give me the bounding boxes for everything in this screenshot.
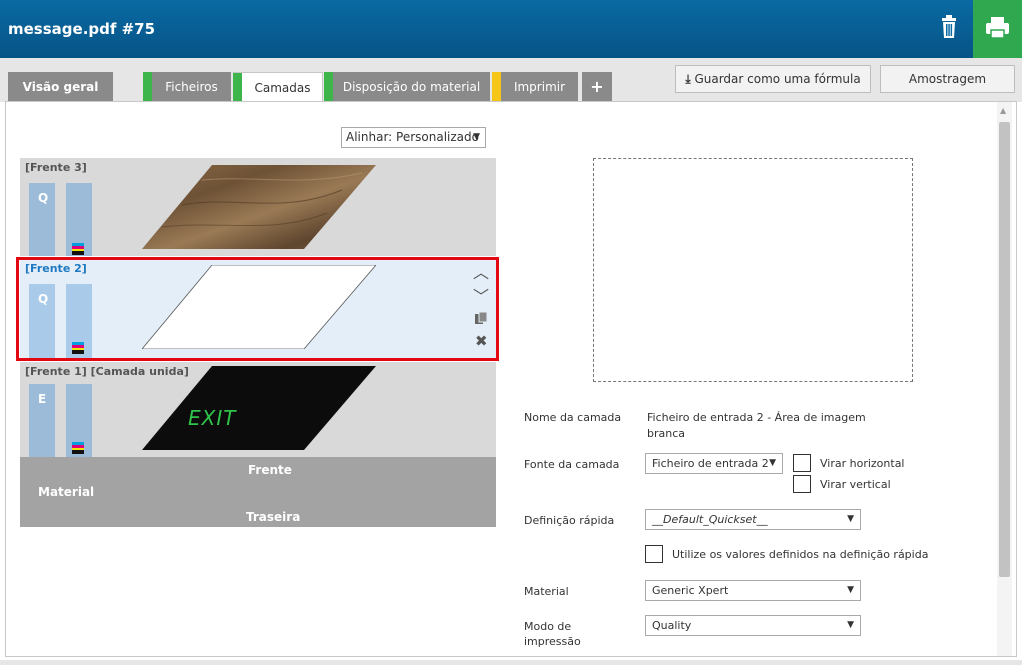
print-button[interactable]	[973, 0, 1022, 58]
exit-sign-text: EXIT	[188, 406, 237, 430]
sample-button[interactable]: Amostragem	[880, 65, 1015, 93]
layer-preview	[593, 158, 913, 382]
selection-highlight	[16, 257, 499, 361]
layer-source-label: Fonte da camada	[524, 458, 620, 471]
tab-label: Disposição do material	[342, 80, 481, 94]
save-formula-button[interactable]: ⤓ Guardar como uma fórmula	[675, 65, 871, 93]
exit-sign-image	[142, 366, 376, 450]
material-back-label: Traseira	[246, 510, 301, 524]
app-header: message.pdf #75	[0, 0, 1022, 58]
status-strip	[492, 72, 501, 102]
layer-row-front-1[interactable]: [Frente 1] [Camada unida] E EXIT	[20, 362, 496, 457]
cmyk-icon	[72, 243, 84, 255]
flip-vertical-label: Virar vertical	[820, 478, 891, 491]
quickset-label: Definição rápida	[524, 514, 615, 527]
print-mode-select[interactable]: Quality ▼	[645, 615, 861, 636]
delete-button[interactable]	[932, 10, 966, 44]
trash-icon	[942, 15, 956, 38]
material-select[interactable]: Generic Xpert ▼	[645, 580, 861, 601]
status-strip	[324, 72, 333, 102]
flip-horizontal-label: Virar horizontal	[820, 457, 905, 470]
use-quickset-values-label: Utilize os valores definidos na definiçã…	[672, 548, 929, 561]
align-select[interactable]: Alinhar: Personalizado ▼	[341, 127, 486, 148]
layer-name-value: Ficheiro de entrada 2 - Área de imagem	[647, 411, 866, 424]
material-label: Material	[38, 485, 95, 499]
tab-label: Camadas	[254, 81, 311, 95]
material-field-label: Material	[524, 585, 569, 598]
quickset-select[interactable]: __Default_Quickset__ ▼	[645, 509, 861, 530]
tab-files[interactable]: Ficheiros	[143, 72, 231, 102]
print-mode-value: Quality	[652, 619, 692, 632]
layer-name-value-cont: branca	[647, 427, 686, 440]
flip-vertical-checkbox[interactable]	[793, 475, 811, 493]
wood-texture-image	[142, 165, 376, 249]
material-front-label: Frente	[248, 463, 292, 477]
tab-label: Imprimir	[513, 80, 566, 94]
tab-label: Visão geral	[22, 80, 99, 94]
layer-label: [Frente 3]	[25, 161, 87, 174]
print-mode-label-cont: impressão	[524, 635, 581, 648]
flip-horizontal-checkbox[interactable]	[793, 454, 811, 472]
status-strip	[143, 72, 152, 102]
layer-bar-letter: E	[38, 392, 47, 406]
print-mode-label: Modo de	[524, 620, 572, 633]
chevron-down-icon: ▼	[847, 585, 854, 595]
add-tab-button[interactable]: +	[582, 72, 612, 102]
chevron-down-icon: ▼	[769, 458, 776, 468]
layer-row-front-3[interactable]: [Frente 3] Q	[20, 158, 496, 256]
layer-name-label: Nome da camada	[524, 411, 622, 424]
scrollbar-thumb[interactable]	[999, 122, 1010, 577]
printer-icon	[986, 17, 1009, 39]
tab-label: Ficheiros	[165, 80, 218, 94]
chevron-down-icon: ▼	[473, 132, 480, 142]
layer-source-select[interactable]: Ficheiro de entrada 2 ▼	[645, 453, 783, 474]
cmyk-icon	[72, 442, 84, 454]
scroll-up-icon[interactable]: ▲	[1000, 106, 1006, 115]
layer-bar-letter: Q	[38, 191, 49, 205]
material-box: Frente Material Traseira	[20, 457, 496, 527]
download-icon: ⤓	[685, 72, 691, 86]
tab-overview[interactable]: Visão geral	[8, 72, 113, 102]
quickset-value: __Default_Quickset__	[652, 513, 768, 526]
tab-layers[interactable]: Camadas	[233, 72, 323, 102]
document-title: message.pdf #75	[8, 20, 156, 38]
sample-label: Amostragem	[908, 72, 987, 86]
save-formula-label: Guardar como uma fórmula	[694, 72, 861, 86]
chevron-down-icon: ▼	[847, 514, 854, 524]
plus-icon: +	[590, 77, 604, 96]
status-strip	[233, 73, 242, 102]
tab-material-layout[interactable]: Disposição do material	[324, 72, 490, 102]
layer-source-value: Ficheiro de entrada 2	[652, 457, 769, 470]
align-value: Alinhar: Personalizado	[346, 130, 479, 144]
chevron-down-icon: ▼	[847, 620, 854, 630]
status-bar	[0, 660, 1022, 665]
material-value: Generic Xpert	[652, 584, 729, 597]
use-quickset-values-checkbox[interactable]	[645, 545, 663, 563]
tab-print[interactable]: Imprimir	[492, 72, 578, 102]
